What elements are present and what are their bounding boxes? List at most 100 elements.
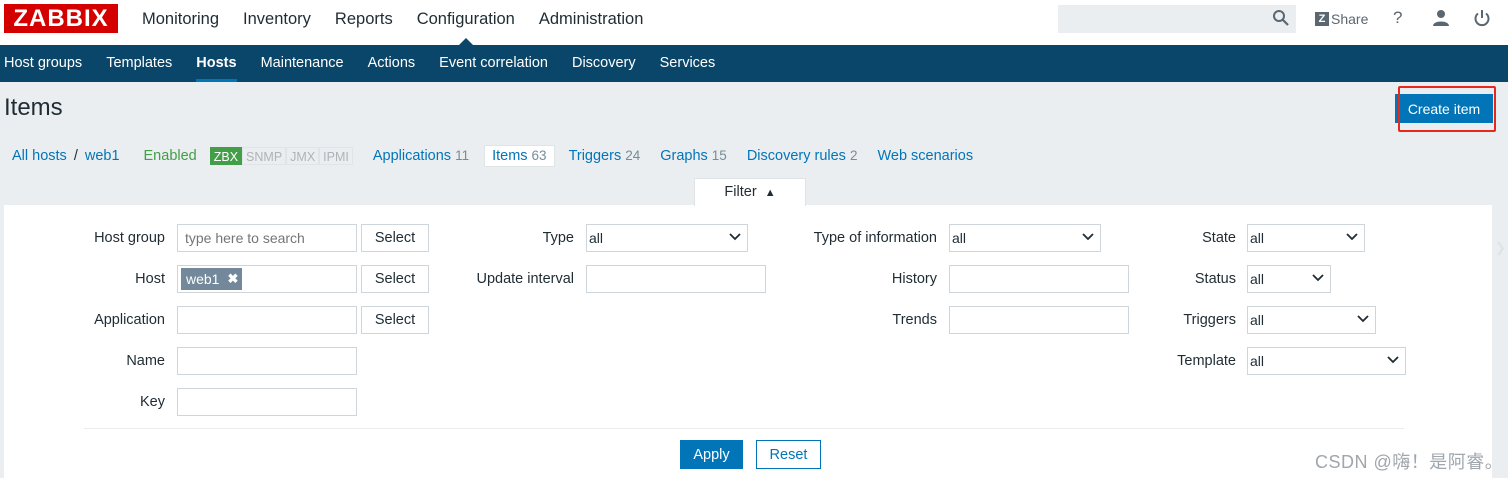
trends-input[interactable] <box>949 306 1129 334</box>
host-select-button[interactable]: Select <box>361 265 429 293</box>
page-title: Items <box>4 94 63 121</box>
host-chip-label: web1 <box>186 271 220 287</box>
host-group-select-button[interactable]: Select <box>361 224 429 252</box>
configuration-submenu: Host groups Templates Hosts Maintenance … <box>0 45 1508 82</box>
apply-button[interactable]: Apply <box>680 440 743 469</box>
submenu-actions[interactable]: Actions <box>368 45 436 82</box>
template-select[interactable]: all <box>1247 347 1406 375</box>
key-input[interactable] <box>177 388 357 416</box>
history-label: History <box>891 271 937 287</box>
submenu-event-correlation[interactable]: Event correlation <box>439 45 568 82</box>
tab-web-scenarios[interactable]: Web scenarios <box>877 148 973 164</box>
tab-applications-label: Applications <box>372 148 452 164</box>
chevron-down-icon <box>1357 315 1369 323</box>
menu-reports[interactable]: Reports <box>335 0 393 45</box>
host-label: Host <box>135 271 165 287</box>
tab-applications[interactable]: Applications 11 <box>373 148 469 164</box>
reset-button[interactable]: Reset <box>756 440 821 469</box>
submenu-maintenance[interactable]: Maintenance <box>261 45 364 82</box>
host-status[interactable]: Enabled <box>144 148 197 164</box>
type-of-information-value: all <box>952 230 967 246</box>
name-label: Name <box>126 353 165 369</box>
application-input[interactable] <box>177 306 357 334</box>
tab-triggers[interactable]: Triggers 24 <box>569 148 641 164</box>
availability-badges: ZBX SNMP JMX IPMI <box>209 147 353 165</box>
remove-icon[interactable]: ✖ <box>227 268 238 290</box>
update-interval-label: Update interval <box>476 271 574 287</box>
submenu-templates[interactable]: Templates <box>106 45 192 82</box>
search-input[interactable] <box>1058 5 1296 33</box>
tab-graphs[interactable]: Graphs 15 <box>660 148 727 164</box>
host-group-input[interactable] <box>177 224 357 252</box>
triggers-label: Triggers <box>1183 312 1236 328</box>
filter-divider <box>84 428 1404 429</box>
share-label: Share <box>1331 11 1369 27</box>
status-select[interactable]: all <box>1247 265 1331 293</box>
caret-up-icon: ▲ <box>764 187 776 199</box>
submenu-discovery[interactable]: Discovery <box>572 45 656 82</box>
application-label: Application <box>94 312 165 328</box>
user-profile-icon[interactable] <box>1432 9 1450 27</box>
tab-items[interactable]: Items 63 <box>484 145 555 167</box>
tab-discovery-rules-count: 2 <box>849 148 858 163</box>
chevron-down-icon <box>1082 233 1094 241</box>
menu-configuration[interactable]: Configuration <box>417 0 515 46</box>
host-chip: web1 ✖ <box>181 268 243 290</box>
name-input[interactable] <box>177 347 357 375</box>
template-value: all <box>1250 353 1265 369</box>
all-hosts-link[interactable]: All hosts <box>12 148 67 164</box>
chevron-down-icon <box>1387 356 1399 364</box>
submenu-host-groups[interactable]: Host groups <box>4 45 102 82</box>
history-input[interactable] <box>949 265 1129 293</box>
chevron-down-icon <box>729 233 741 241</box>
main-menu: Monitoring Inventory Reports Configurati… <box>142 0 667 46</box>
watermark: CSDN @嗨！是阿睿。 <box>1315 452 1504 472</box>
annotation-highlight <box>1398 86 1496 132</box>
tab-graphs-count: 15 <box>711 148 727 163</box>
submenu-services[interactable]: Services <box>660 45 736 82</box>
update-interval-input[interactable] <box>586 265 766 293</box>
template-label: Template <box>1177 353 1236 369</box>
zabbix-logo[interactable]: ZABBIX <box>4 4 118 33</box>
tab-items-label: Items <box>492 148 528 164</box>
tab-discovery-rules-label: Discovery rules <box>746 148 846 164</box>
filter-tab-label: Filter <box>724 184 757 200</box>
state-value: all <box>1250 230 1265 246</box>
menu-inventory[interactable]: Inventory <box>243 0 311 45</box>
chevron-down-icon <box>1346 233 1358 241</box>
jmx-badge: JMX <box>286 147 320 165</box>
tab-discovery-rules[interactable]: Discovery rules 2 <box>747 148 858 164</box>
status-value: all <box>1250 271 1265 287</box>
chevron-right-icon: ❯ <box>1495 240 1506 255</box>
state-select[interactable]: all <box>1247 224 1365 252</box>
key-label: Key <box>140 394 165 410</box>
help-icon[interactable]: ? <box>1393 8 1402 28</box>
top-bar: ZABBIX Monitoring Inventory Reports Conf… <box>0 0 1508 46</box>
filter-toggle-tab[interactable]: Filter ▲ <box>694 178 806 206</box>
type-select[interactable]: all <box>586 224 748 252</box>
submenu-hosts[interactable]: Hosts <box>196 45 256 82</box>
tab-graphs-label: Graphs <box>660 148 708 164</box>
tab-applications-count: 11 <box>455 148 470 163</box>
share-button[interactable]: Z Share <box>1315 10 1368 28</box>
logo-text: ZABBIX <box>13 5 109 32</box>
zbx-badge: ZBX <box>209 147 243 165</box>
host-link[interactable]: web1 <box>85 148 120 164</box>
menu-administration[interactable]: Administration <box>539 0 644 45</box>
menu-monitoring[interactable]: Monitoring <box>142 0 219 45</box>
chevron-down-icon <box>1312 274 1324 282</box>
search-icon[interactable] <box>1272 9 1290 27</box>
type-of-information-select[interactable]: all <box>949 224 1101 252</box>
zabbix-share-icon: Z <box>1315 12 1329 26</box>
triggers-select[interactable]: all <box>1247 306 1376 334</box>
type-value: all <box>589 230 604 246</box>
type-label: Type <box>542 230 574 246</box>
tab-web-scenarios-label: Web scenarios <box>877 148 974 164</box>
type-of-information-label: Type of information <box>813 230 937 246</box>
tab-triggers-label: Triggers <box>568 148 622 164</box>
sign-out-icon[interactable] <box>1473 9 1491 27</box>
tab-items-count: 63 <box>531 148 547 163</box>
state-label: State <box>1202 230 1236 246</box>
snmp-badge: SNMP <box>242 147 287 165</box>
application-select-button[interactable]: Select <box>361 306 429 334</box>
